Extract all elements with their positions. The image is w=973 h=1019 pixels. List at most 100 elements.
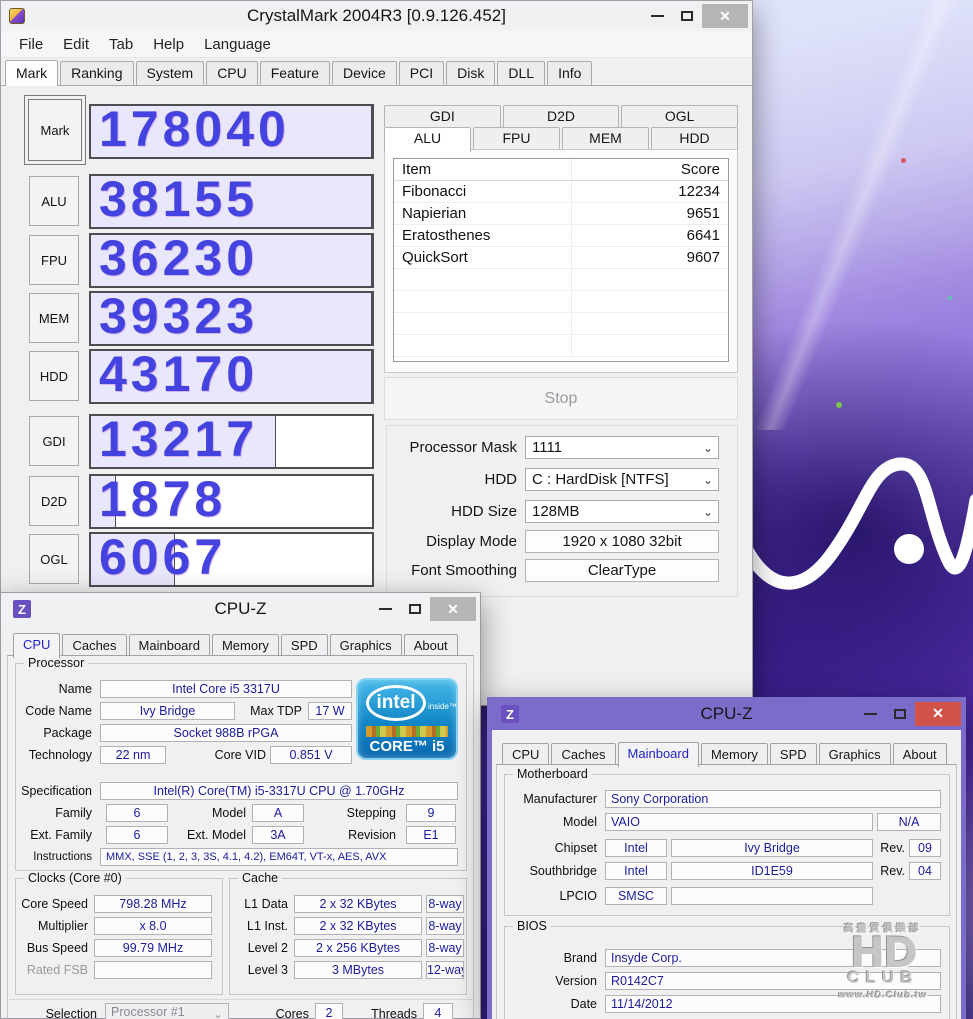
tab-feature[interactable]: Feature bbox=[260, 61, 330, 85]
table-row: QuickSort 9607 bbox=[394, 247, 728, 269]
table-row: Fibonacci 12234 bbox=[394, 181, 728, 203]
hdd-score-box: 43170 bbox=[89, 349, 374, 404]
stepping-label: Stepping bbox=[316, 804, 396, 822]
tab-dll[interactable]: DLL bbox=[497, 61, 545, 85]
hdd-size-combo[interactable]: 128MB ⌄ bbox=[525, 500, 719, 523]
hdd-size-label: HDD Size bbox=[387, 500, 517, 523]
maximize-button[interactable] bbox=[672, 5, 702, 27]
maximize-button[interactable] bbox=[400, 598, 430, 620]
column-header-score: Score bbox=[572, 159, 728, 180]
southbridge-label: Southbridge bbox=[509, 862, 597, 880]
tab-caches[interactable]: Caches bbox=[62, 634, 126, 657]
close-button[interactable]: ✕ bbox=[430, 597, 476, 621]
tab-about[interactable]: About bbox=[404, 634, 458, 657]
fpu-button[interactable]: FPU bbox=[29, 235, 79, 285]
menu-tab[interactable]: Tab bbox=[99, 32, 143, 57]
result-tab-d2d[interactable]: D2D bbox=[503, 105, 620, 127]
result-tab-ogl[interactable]: OGL bbox=[621, 105, 738, 127]
tab-mainboard[interactable]: Mainboard bbox=[618, 742, 699, 767]
stepping-field: 9 bbox=[406, 804, 456, 822]
chipset-name-field: Ivy Bridge bbox=[671, 839, 873, 857]
ogl-button[interactable]: OGL bbox=[29, 534, 79, 584]
instructions-label: Instructions bbox=[20, 848, 92, 866]
tab-about[interactable]: About bbox=[893, 743, 947, 766]
table-header-row: Item Score bbox=[394, 159, 728, 181]
tab-pci[interactable]: PCI bbox=[399, 61, 444, 85]
intel-chip-art bbox=[366, 726, 448, 737]
tab-caches[interactable]: Caches bbox=[551, 743, 615, 766]
tab-mainboard[interactable]: Mainboard bbox=[129, 634, 210, 657]
tab-graphics[interactable]: Graphics bbox=[819, 743, 891, 766]
maximize-button[interactable] bbox=[885, 703, 915, 725]
menu-help[interactable]: Help bbox=[143, 32, 194, 57]
tab-spd[interactable]: SPD bbox=[281, 634, 328, 657]
l1-data-label: L1 Data bbox=[232, 895, 288, 913]
table-empty-row bbox=[394, 291, 728, 313]
mem-button[interactable]: MEM bbox=[29, 293, 79, 343]
minimize-button[interactable] bbox=[855, 703, 885, 725]
tab-spd[interactable]: SPD bbox=[770, 743, 817, 766]
result-tab-gdi[interactable]: GDI bbox=[384, 105, 501, 127]
motherboard-group: Motherboard Manufacturer Sony Corporatio… bbox=[504, 774, 950, 916]
mark-score-box: 178040 bbox=[89, 104, 374, 159]
tab-graphics[interactable]: Graphics bbox=[330, 634, 402, 657]
tab-mark[interactable]: Mark bbox=[5, 60, 58, 86]
brand-label: Brand bbox=[509, 949, 597, 967]
name-label: Name bbox=[20, 680, 92, 698]
gdi-button[interactable]: GDI bbox=[29, 416, 79, 466]
item-cell: Eratosthenes bbox=[394, 225, 572, 246]
hdd-size-value: 128MB bbox=[532, 503, 580, 520]
cpuz-titlebar[interactable]: Z CPU-Z ✕ bbox=[487, 697, 966, 730]
lpcio-label: LPCIO bbox=[509, 887, 597, 905]
result-tabs-row-1: GDI D2D OGL bbox=[384, 105, 738, 127]
tab-device[interactable]: Device bbox=[332, 61, 397, 85]
result-tab-fpu[interactable]: FPU bbox=[473, 127, 560, 150]
southbridge-rev-label: Rev. bbox=[877, 862, 905, 880]
tab-system[interactable]: System bbox=[136, 61, 205, 85]
tab-info[interactable]: Info bbox=[547, 61, 592, 85]
minimize-button[interactable] bbox=[642, 5, 672, 27]
result-tab-hdd[interactable]: HDD bbox=[651, 127, 738, 150]
stop-button[interactable]: Stop bbox=[384, 377, 738, 420]
d2d-score-box: 1878 bbox=[89, 474, 374, 529]
lpcio-extra-field bbox=[671, 887, 873, 905]
bios-group: BIOS Brand Insyde Corp. Version R0142C7 … bbox=[504, 926, 950, 1019]
hdd-button[interactable]: HDD bbox=[29, 351, 79, 401]
menu-language[interactable]: Language bbox=[194, 32, 281, 57]
code-name-label: Code Name bbox=[20, 702, 92, 720]
level2-way-field: 8-way bbox=[426, 939, 464, 957]
intel-core-i5-logo: intel inside™ CORE™ i5 bbox=[356, 678, 458, 760]
processor-group: Processor Name Intel Core i5 3317U Code … bbox=[15, 663, 467, 871]
crystalmark-titlebar[interactable]: CrystalMark 2004R3 [0.9.126.452] ✕ bbox=[1, 1, 752, 31]
mark-button[interactable]: Mark bbox=[24, 95, 86, 165]
family-field: 6 bbox=[106, 804, 168, 822]
southbridge-vendor-field: Intel bbox=[605, 862, 667, 880]
cpuz-titlebar[interactable]: Z CPU-Z ✕ bbox=[1, 593, 480, 625]
table-empty-row bbox=[394, 335, 728, 357]
alu-button[interactable]: ALU bbox=[29, 176, 79, 226]
tab-memory[interactable]: Memory bbox=[701, 743, 768, 766]
result-tab-mem[interactable]: MEM bbox=[562, 127, 649, 150]
d2d-button[interactable]: D2D bbox=[29, 476, 79, 526]
close-button[interactable]: ✕ bbox=[915, 702, 961, 726]
score-cell: 12234 bbox=[572, 181, 728, 202]
version-field: R0142C7 bbox=[605, 972, 941, 990]
tab-ranking[interactable]: Ranking bbox=[60, 61, 133, 85]
alu-score-box: 38155 bbox=[89, 174, 374, 229]
close-button[interactable]: ✕ bbox=[702, 4, 748, 28]
result-tab-alu[interactable]: ALU bbox=[384, 127, 471, 152]
hdd-combo[interactable]: C : HardDisk [NTFS] ⌄ bbox=[525, 468, 719, 491]
tab-cpu[interactable]: CPU bbox=[206, 61, 258, 85]
selection-combo[interactable]: Processor #1 ⌄ bbox=[105, 1003, 229, 1019]
tab-disk[interactable]: Disk bbox=[446, 61, 495, 85]
menu-file[interactable]: File bbox=[9, 32, 53, 57]
minimize-button[interactable] bbox=[370, 598, 400, 620]
tab-cpu[interactable]: CPU bbox=[502, 743, 549, 766]
processor-mask-combo[interactable]: 1111 ⌄ bbox=[525, 436, 719, 459]
table-row: Eratosthenes 6641 bbox=[394, 225, 728, 247]
menu-edit[interactable]: Edit bbox=[53, 32, 99, 57]
tab-memory[interactable]: Memory bbox=[212, 634, 279, 657]
revision-field: E1 bbox=[406, 826, 456, 844]
tab-cpu[interactable]: CPU bbox=[13, 633, 60, 658]
column-header-item: Item bbox=[394, 159, 572, 180]
